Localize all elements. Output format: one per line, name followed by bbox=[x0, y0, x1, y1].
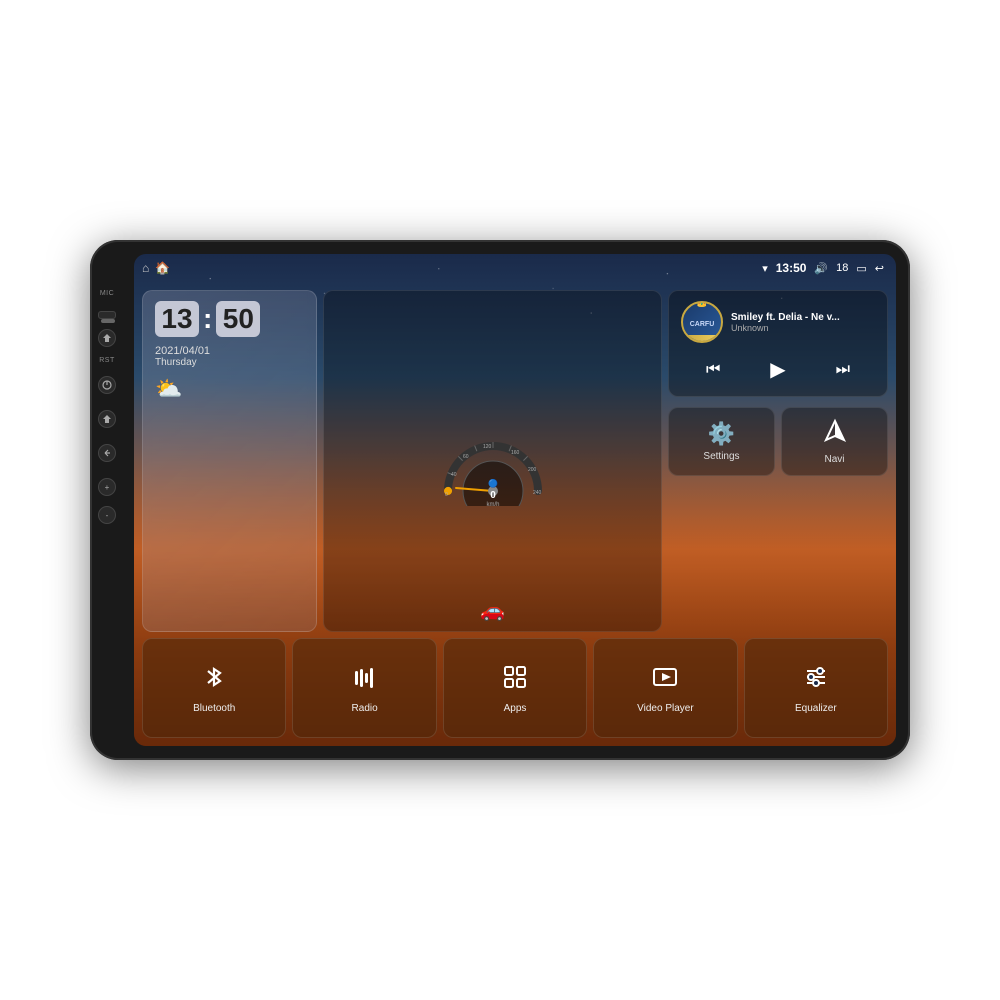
svg-text:240: 240 bbox=[533, 490, 542, 496]
side-buttons: MIC RST + - bbox=[98, 290, 116, 524]
volume-down-button[interactable]: - bbox=[98, 506, 116, 524]
svg-text:200: 200 bbox=[528, 467, 537, 473]
video-player-label: Video Player bbox=[637, 703, 694, 714]
car-head-unit: MIC RST + - bbox=[90, 240, 910, 760]
settings-navi-row: ⚙️ Settings Navi bbox=[668, 407, 888, 476]
car-road-icon: 🚗 bbox=[480, 598, 505, 623]
back-button[interactable] bbox=[98, 444, 116, 462]
svg-text:🔵: 🔵 bbox=[488, 478, 498, 488]
music-logo-text: CARFU bbox=[690, 321, 715, 328]
bluetooth-icon bbox=[200, 663, 228, 698]
android-home-status-icon: ⌂ bbox=[142, 261, 149, 275]
music-logo: 👑 CARFU bbox=[681, 301, 723, 343]
music-controls: ⏮ ▶ ⏭ bbox=[681, 353, 875, 386]
next-button[interactable]: ⏭ bbox=[828, 357, 858, 383]
music-title: Smiley ft. Delia - Ne v... bbox=[731, 312, 875, 323]
wifi-icon: ▾ bbox=[762, 262, 768, 275]
equalizer-label: Equalizer bbox=[795, 703, 837, 714]
rst-label: RST bbox=[99, 357, 115, 364]
top-row: 13 : 50 2021/04/01 Thursday ⛅ bbox=[142, 290, 888, 632]
main-content: 13 : 50 2021/04/01 Thursday ⛅ bbox=[134, 282, 896, 746]
settings-label: Settings bbox=[703, 451, 739, 462]
svg-text:160: 160 bbox=[511, 450, 520, 456]
mic-label: MIC bbox=[100, 290, 114, 297]
clock-widget[interactable]: 13 : 50 2021/04/01 Thursday ⛅ bbox=[142, 290, 317, 632]
volume-up-button[interactable]: + bbox=[98, 478, 116, 496]
power-button[interactable] bbox=[98, 376, 116, 394]
svg-text:120: 120 bbox=[483, 444, 492, 450]
clock-minutes: 50 bbox=[216, 301, 260, 337]
home-status-icon: 🏠 bbox=[155, 261, 170, 275]
volume-level: 18 bbox=[836, 262, 848, 274]
svg-text:0: 0 bbox=[445, 492, 448, 498]
right-column: 👑 CARFU Smiley ft. Delia - Ne v... Unkno… bbox=[668, 290, 888, 632]
status-time: 13:50 bbox=[776, 261, 807, 275]
bluetooth-label: Bluetooth bbox=[193, 703, 235, 714]
apps-app[interactable]: Apps bbox=[443, 638, 587, 738]
video-player-icon bbox=[651, 663, 679, 698]
apps-icon bbox=[501, 663, 529, 698]
settings-widget[interactable]: ⚙️ Settings bbox=[668, 407, 775, 476]
play-button[interactable]: ▶ bbox=[762, 353, 793, 386]
volume-icon: 🔊 bbox=[814, 262, 828, 275]
video-player-app[interactable]: Video Player bbox=[593, 638, 737, 738]
status-bar: ⌂ 🏠 ▾ 13:50 🔊 18 ▭ ↩ bbox=[134, 254, 896, 282]
back-status-icon: ↩ bbox=[875, 262, 884, 275]
navi-icon bbox=[822, 418, 848, 450]
screen: ⌂ 🏠 ▾ 13:50 🔊 18 ▭ ↩ 13 : 50 bbox=[134, 254, 896, 746]
apps-label: Apps bbox=[504, 703, 527, 714]
svg-text:40: 40 bbox=[451, 472, 457, 478]
navi-label: Navi bbox=[824, 454, 844, 465]
android-home-button[interactable] bbox=[98, 410, 116, 428]
svg-text:60: 60 bbox=[463, 454, 469, 460]
radio-app[interactable]: Radio bbox=[292, 638, 436, 738]
equalizer-icon bbox=[802, 663, 830, 698]
settings-icon: ⚙️ bbox=[708, 421, 735, 447]
music-widget[interactable]: 👑 CARFU Smiley ft. Delia - Ne v... Unkno… bbox=[668, 290, 888, 397]
svg-text:0: 0 bbox=[490, 490, 496, 501]
weather-icon: ⛅ bbox=[155, 376, 182, 402]
music-top: 👑 CARFU Smiley ft. Delia - Ne v... Unkno… bbox=[681, 301, 875, 343]
bottom-app-bar: Bluetooth Radio bbox=[142, 638, 888, 738]
music-info: Smiley ft. Delia - Ne v... Unknown bbox=[731, 312, 875, 333]
clock-hours: 13 bbox=[155, 301, 199, 337]
radio-icon bbox=[351, 663, 379, 698]
bluetooth-app[interactable]: Bluetooth bbox=[142, 638, 286, 738]
speedometer-gauge: 🔵 0 km/h 0 120 200 60 160 240 40 bbox=[433, 416, 553, 506]
clock-weather: ⛅ bbox=[155, 376, 304, 402]
home-button[interactable] bbox=[98, 311, 116, 319]
speedometer-widget: 🔵 0 km/h 0 120 200 60 160 240 40 bbox=[323, 290, 662, 632]
home-icon-button[interactable] bbox=[98, 329, 116, 347]
equalizer-app[interactable]: Equalizer bbox=[744, 638, 888, 738]
prev-button[interactable]: ⏮ bbox=[698, 357, 728, 383]
clock-date: 2021/04/01 bbox=[155, 345, 304, 357]
clock-time-container: 13 : 50 bbox=[155, 301, 304, 337]
clock-day: Thursday bbox=[155, 357, 304, 368]
music-artist: Unknown bbox=[731, 323, 875, 333]
radio-label: Radio bbox=[352, 703, 378, 714]
svg-text:km/h: km/h bbox=[486, 502, 499, 506]
battery-icon: ▭ bbox=[856, 262, 866, 275]
navi-widget[interactable]: Navi bbox=[781, 407, 888, 476]
